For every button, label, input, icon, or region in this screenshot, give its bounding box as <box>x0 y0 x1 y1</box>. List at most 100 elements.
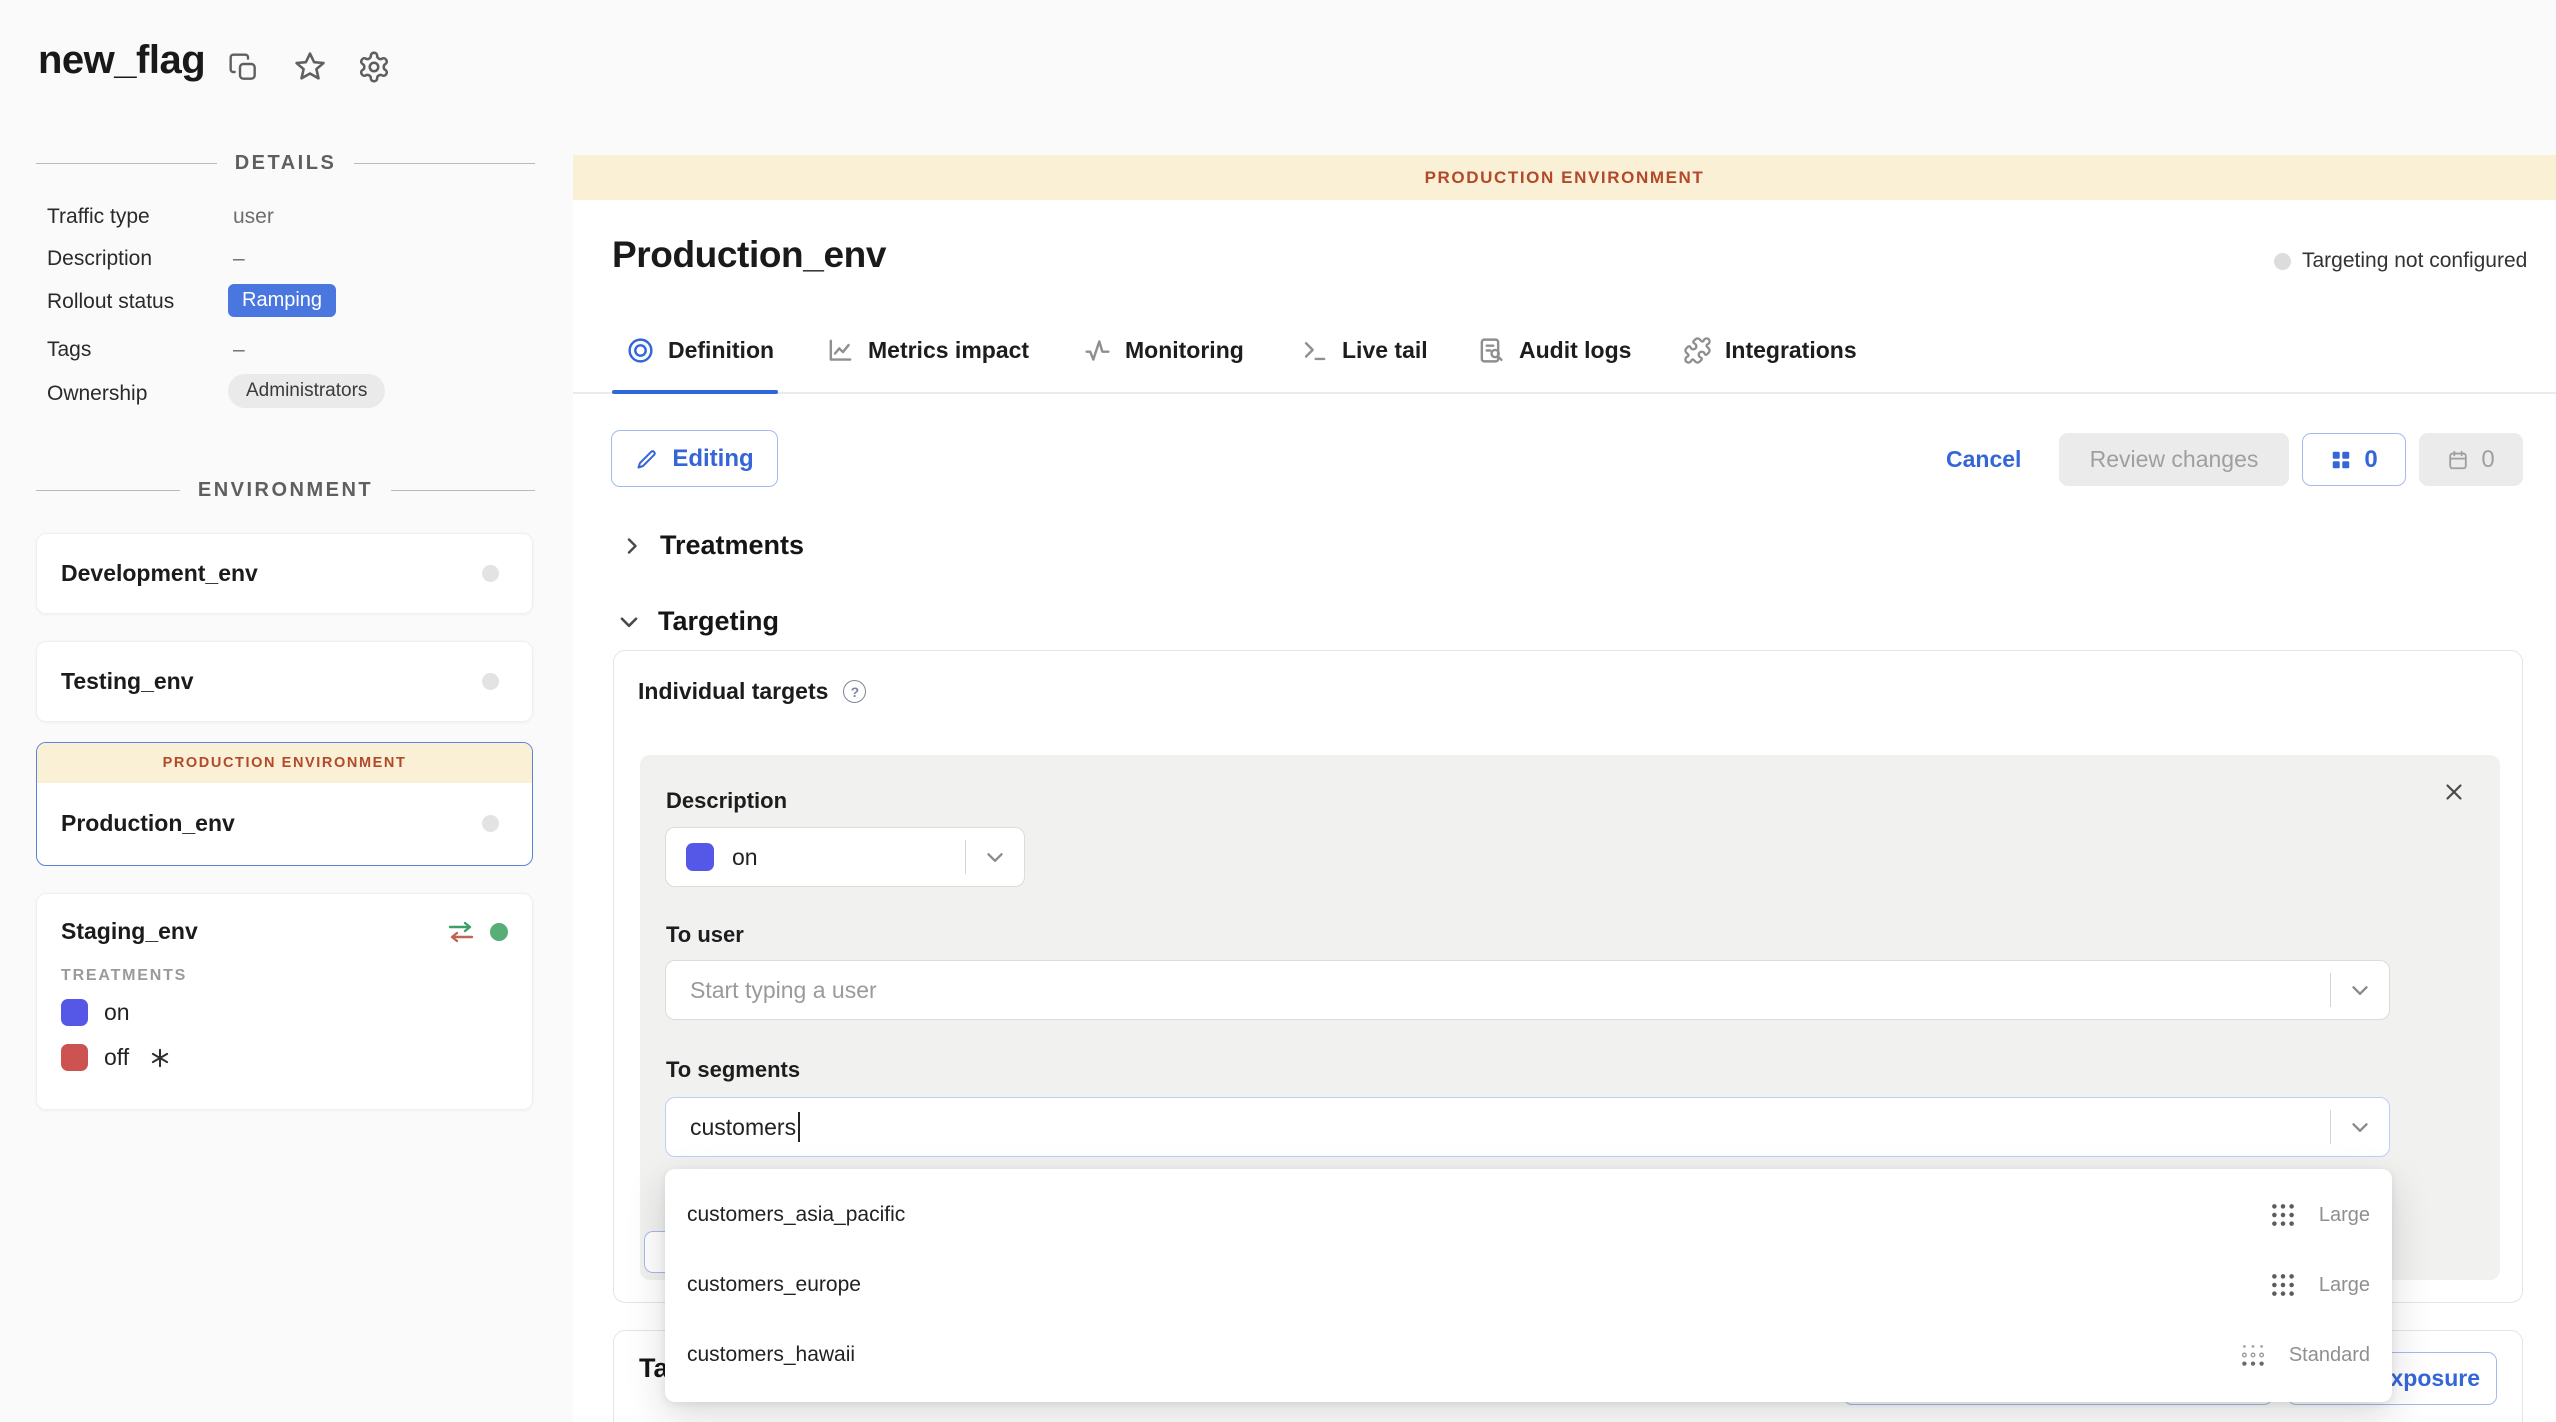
star-icon[interactable] <box>293 50 327 84</box>
help-icon[interactable]: ? <box>843 680 866 703</box>
calendar-icon <box>2447 449 2469 471</box>
chevron-right-icon <box>620 534 644 558</box>
segment-option[interactable]: customers_hawaii Standard <box>665 1320 2392 1390</box>
env-card-development[interactable]: Development_env <box>36 533 533 614</box>
detail-value: – <box>233 338 245 362</box>
individual-targets-header: Individual targets ? <box>638 678 866 705</box>
puzzle-icon <box>1683 336 1712 365</box>
to-user-field[interactable] <box>665 960 2390 1020</box>
changes-counter-button[interactable]: 0 <box>2302 433 2406 486</box>
detail-label: Traffic type <box>47 205 150 229</box>
segment-option[interactable]: customers_asia_pacific Large <box>665 1180 2392 1250</box>
tab-label: Integrations <box>1725 337 1857 364</box>
swap-arrows-icon <box>446 920 476 944</box>
treatments-section-header[interactable]: Treatments <box>620 530 804 561</box>
env-status-dot <box>482 673 499 690</box>
text-caret <box>798 1112 800 1142</box>
editing-button[interactable]: Editing <box>611 430 778 487</box>
segments-dropdown: customers_asia_pacific Large customers_e… <box>665 1169 2392 1402</box>
to-user-input[interactable] <box>666 977 2330 1004</box>
env-name: Testing_env <box>61 668 194 695</box>
description-label: Description <box>666 788 787 814</box>
scheduled-count: 0 <box>2481 446 2494 474</box>
segment-size: Large <box>2319 1274 2370 1297</box>
segment-option[interactable]: customers_europe Large <box>665 1250 2392 1320</box>
treatment-on-swatch <box>686 843 714 871</box>
ownership-pill: Administrators <box>228 374 385 408</box>
treatment-name: off <box>104 1044 129 1071</box>
review-changes-button[interactable]: Review changes <box>2059 433 2289 486</box>
treatment-select[interactable]: on <box>665 827 1025 887</box>
env-card-production[interactable]: PRODUCTION ENVIRONMENT Production_env <box>36 742 533 866</box>
env-name: Development_env <box>61 560 258 587</box>
individual-targets-heading: Individual targets <box>638 678 828 705</box>
detail-label: Description <box>47 247 152 271</box>
env-name: Production_env <box>61 810 235 837</box>
tab-label: Monitoring <box>1125 337 1244 364</box>
env-status-dot <box>482 815 499 832</box>
status-text: Targeting not configured <box>2302 249 2527 273</box>
tab-label: Live tail <box>1342 337 1428 364</box>
production-environment-banner: PRODUCTION ENVIRONMENT <box>573 155 2556 200</box>
line-chart-icon <box>826 336 855 365</box>
chevron-down-icon[interactable] <box>2347 1114 2373 1140</box>
detail-label: Ownership <box>47 382 147 406</box>
tab-integrations[interactable]: Integrations <box>1683 336 1857 365</box>
tab-metrics-impact[interactable]: Metrics impact <box>826 336 1029 365</box>
environment-heading: ENVIRONMENT <box>198 479 373 502</box>
to-user-label: To user <box>666 922 744 948</box>
cancel-button[interactable]: Cancel <box>1946 446 2021 473</box>
chevron-down-icon[interactable] <box>982 844 1008 870</box>
close-icon[interactable] <box>2441 779 2467 805</box>
chevron-down-icon[interactable] <box>2347 977 2373 1003</box>
to-segments-input[interactable]: customers <box>690 1114 796 1141</box>
environment-divider: ENVIRONMENT <box>36 479 535 502</box>
dot-grid-icon <box>2269 1201 2297 1229</box>
tab-monitoring[interactable]: Monitoring <box>1083 336 1244 365</box>
details-divider: DETAILS <box>36 152 535 175</box>
gear-icon[interactable] <box>357 50 391 84</box>
treatments-heading: TREATMENTS <box>61 967 532 985</box>
detail-label: Rollout status <box>47 290 174 314</box>
schedule-counter-button[interactable]: 0 <box>2419 433 2523 486</box>
grid-icon <box>2330 449 2352 471</box>
details-heading: DETAILS <box>235 152 337 175</box>
treatment-off-swatch <box>61 1044 88 1071</box>
tab-definition[interactable]: Definition <box>626 336 774 365</box>
tab-audit-logs[interactable]: Audit logs <box>1477 336 1631 365</box>
to-segments-field[interactable]: customers <box>665 1097 2390 1157</box>
detail-value: user <box>233 205 274 229</box>
treatment-select-value: on <box>732 844 758 871</box>
dot-grid-icon <box>2269 1271 2297 1299</box>
segment-size: Standard <box>2289 1344 2370 1367</box>
tab-live-tail[interactable]: Live tail <box>1300 336 1428 365</box>
copy-icon[interactable] <box>228 52 260 84</box>
chevron-down-icon <box>616 609 642 635</box>
terminal-icon <box>1300 336 1329 365</box>
activity-icon <box>1083 336 1112 365</box>
tab-label: Definition <box>668 337 774 364</box>
treatment-name: on <box>104 999 130 1026</box>
environment-title: Production_env <box>612 234 886 276</box>
targeting-status: Targeting not configured <box>2274 249 2527 273</box>
page-title: new_flag <box>38 38 205 83</box>
treatment-on-swatch <box>61 999 88 1026</box>
env-active-dot <box>490 923 508 941</box>
env-card-testing[interactable]: Testing_env <box>36 641 533 722</box>
targeting-section-header[interactable]: Targeting <box>616 606 779 637</box>
env-card-staging[interactable]: Staging_env TREATMENTS on off <box>36 893 533 1110</box>
changes-count: 0 <box>2364 446 2377 474</box>
segment-name: customers_europe <box>687 1273 861 1297</box>
segment-name: customers_hawaii <box>687 1343 855 1367</box>
detail-value: – <box>233 247 245 271</box>
segment-size: Large <box>2319 1204 2370 1227</box>
to-segments-label: To segments <box>666 1057 800 1083</box>
tabs-divider <box>573 392 2556 394</box>
production-env-banner: PRODUCTION ENVIRONMENT <box>37 743 532 783</box>
env-name: Staging_env <box>61 918 198 945</box>
treatments-section-label: Treatments <box>660 530 804 561</box>
flag-detail-page: new_flag DETAILS Traffic type user Descr… <box>0 0 2556 1422</box>
env-status-dot <box>482 565 499 582</box>
pencil-icon <box>635 447 659 471</box>
active-tab-underline <box>612 390 778 394</box>
